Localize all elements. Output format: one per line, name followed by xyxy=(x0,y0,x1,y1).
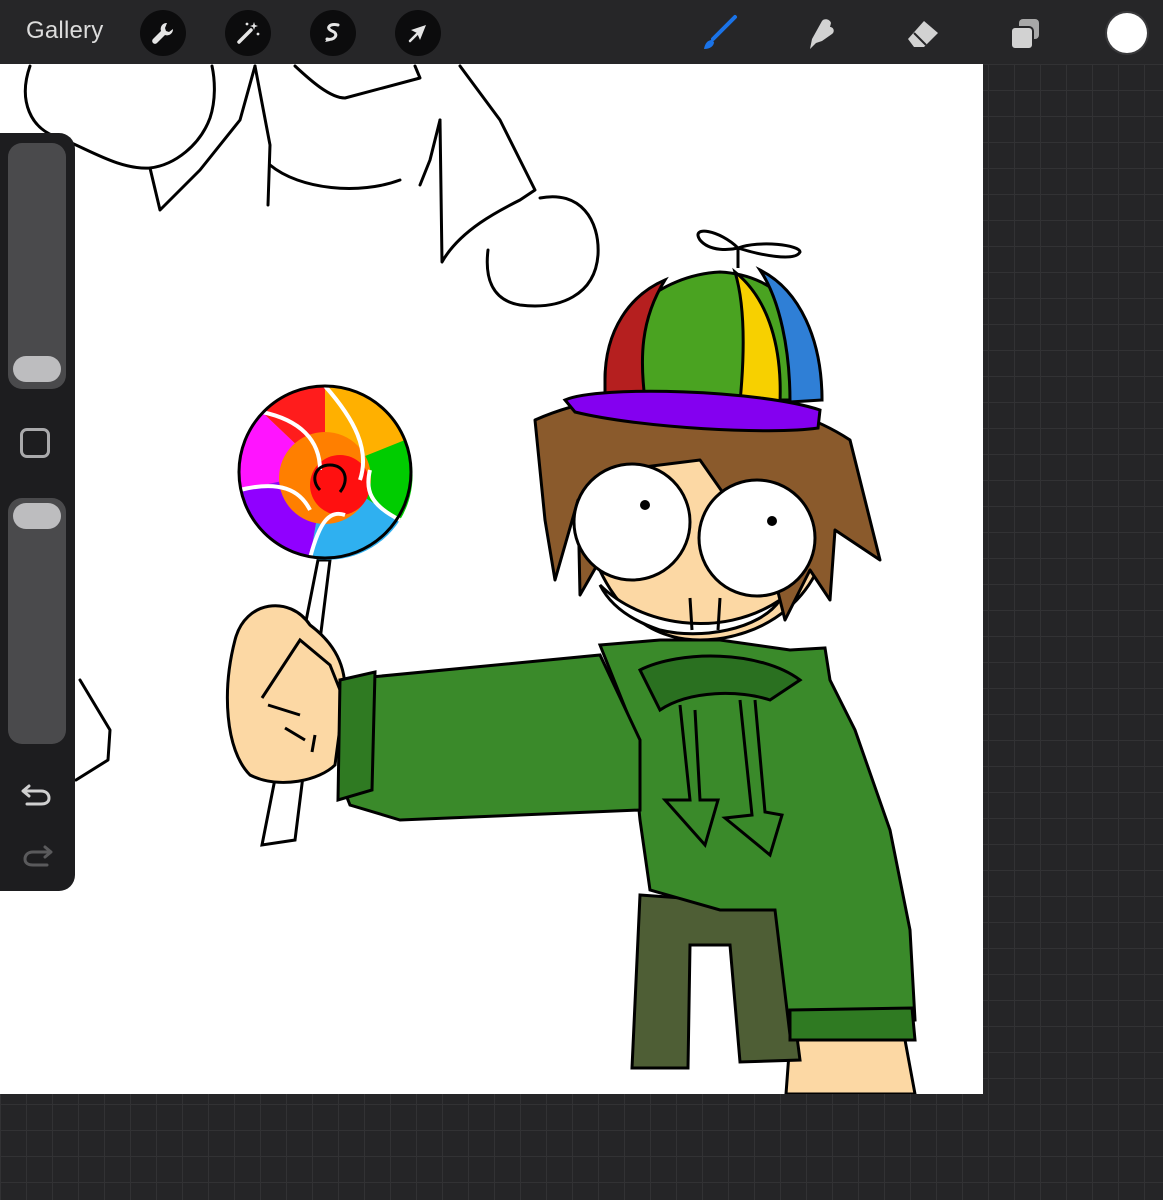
layers-icon[interactable] xyxy=(1002,10,1048,56)
opacity-thumb[interactable] xyxy=(13,503,61,529)
brush-size-thumb[interactable] xyxy=(13,356,61,382)
wrench-icon[interactable] xyxy=(140,10,186,56)
drawing-canvas[interactable] xyxy=(0,64,983,1094)
modifier-square-icon[interactable] xyxy=(20,428,50,458)
gallery-button[interactable]: Gallery xyxy=(26,17,103,45)
smudge-icon[interactable] xyxy=(797,10,843,56)
hand-lower xyxy=(784,1038,917,1094)
magic-wand-icon[interactable] xyxy=(225,10,271,56)
selection-icon[interactable] xyxy=(310,10,356,56)
brush-icon[interactable] xyxy=(696,10,742,56)
brush-size-slider[interactable] xyxy=(8,143,66,389)
left-sidebar xyxy=(0,133,75,891)
pants xyxy=(630,893,802,1070)
color-picker-swatch[interactable] xyxy=(1107,13,1147,53)
artwork xyxy=(24,64,917,1094)
head xyxy=(533,392,882,642)
opacity-slider[interactable] xyxy=(8,498,66,744)
hoodie xyxy=(336,638,917,1042)
eraser-icon[interactable] xyxy=(899,10,945,56)
undo-icon[interactable] xyxy=(19,778,55,808)
lollipop xyxy=(237,384,413,560)
top-toolbar: Gallery xyxy=(0,0,1163,64)
propeller-cap xyxy=(562,229,824,433)
redo-icon[interactable] xyxy=(19,839,55,869)
transform-arrow-icon[interactable] xyxy=(395,10,441,56)
hand xyxy=(225,604,347,784)
